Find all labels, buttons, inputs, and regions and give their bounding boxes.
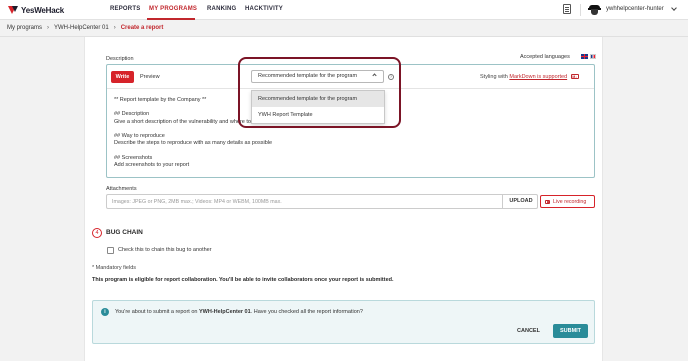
breadcrumb-my-programs[interactable]: My programs [7, 25, 42, 31]
breadcrumb: My programs › YWH-HelpCenter 01 › Create… [7, 25, 163, 31]
nav-reports[interactable]: REPORTS [110, 6, 140, 12]
upload-button[interactable]: UPLOAD [502, 195, 539, 208]
help-icon[interactable]: ? [388, 74, 394, 80]
info-icon: i [101, 308, 109, 316]
bug-chain-title: BUG CHAIN [106, 229, 143, 236]
nav-hacktivity[interactable]: HACKTIVITY [245, 6, 283, 12]
logo-icon [8, 5, 18, 15]
nav-divider [580, 4, 581, 16]
description-editor[interactable]: Write Preview Recommended template for t… [106, 64, 595, 178]
template-select[interactable]: Recommended template for the program [251, 70, 384, 83]
markdown-hint: Styling with MarkDown is supported M↓ [480, 74, 579, 80]
collaboration-note: This program is eligible for report coll… [92, 277, 394, 283]
submit-confirmation-text: You're about to submit a report on YWH-H… [115, 309, 363, 315]
chevron-down-icon[interactable] [671, 5, 677, 11]
live-recording-label: Live recording [553, 198, 587, 205]
cancel-button[interactable]: CANCEL [513, 325, 544, 338]
username[interactable]: ywhhelpcenter-hunter [606, 6, 664, 12]
editor-toolbar: Write Preview Recommended template for t… [107, 65, 594, 89]
description-label: Description [106, 56, 134, 62]
france-flag-icon [590, 54, 596, 59]
breadcrumb-current: Create a report [120, 25, 164, 31]
chevron-up-icon [372, 73, 377, 78]
submit-confirmation-box: i You're about to submit a report on YWH… [92, 300, 595, 344]
template-select-value: Recommended template for the program [258, 73, 358, 79]
step-number: 4 [92, 228, 102, 238]
mandatory-note: * Mandatory fields [92, 265, 137, 271]
chain-bug-checkbox[interactable] [107, 247, 114, 254]
template-option-recommended[interactable]: Recommended template for the program [252, 91, 384, 107]
template-dropdown: Recommended template for the program YWH… [251, 90, 385, 124]
top-navbar: YesWeHack REPORTS MY PROGRAMS RANKING HA… [0, 0, 688, 20]
avatar[interactable] [588, 3, 601, 16]
accepted-languages-label: Accepted languages [520, 54, 570, 60]
nav-ranking[interactable]: RANKING [207, 6, 236, 12]
attachments-placeholder: Images: JPEG or PNG, 2MB max.; Videos: M… [112, 199, 282, 205]
write-tab[interactable]: Write [111, 71, 134, 83]
uk-flag-icon [581, 54, 588, 59]
chevron-right-icon: › [47, 25, 50, 31]
yeswehack-logo[interactable]: YesWeHack [8, 4, 64, 16]
preview-tab[interactable]: Preview [140, 74, 160, 80]
styling-prefix: Styling with [480, 74, 508, 80]
chevron-right-icon: › [113, 25, 116, 31]
chain-bug-label[interactable]: Check this to chain this bug to another [118, 247, 212, 253]
attachments-label: Attachments [106, 186, 137, 192]
accepted-languages-flags [581, 54, 596, 59]
document-icon[interactable] [563, 4, 571, 14]
markdown-link[interactable]: MarkDown is supported [509, 74, 567, 80]
program-name: YWH-HelpCenter 01 [199, 309, 251, 315]
template-option-ywh[interactable]: YWH Report Template [252, 107, 384, 123]
attachments-input[interactable]: Images: JPEG or PNG, 2MB max.; Videos: M… [106, 194, 538, 209]
camera-icon [545, 199, 550, 204]
nav-my-programs[interactable]: MY PROGRAMS [149, 6, 197, 12]
logo-text: YesWeHack [21, 5, 64, 15]
breadcrumb-program[interactable]: YWH-HelpCenter 01 [54, 25, 109, 31]
submit-button[interactable]: SUBMIT [553, 324, 588, 338]
live-recording-button[interactable]: Live recording [540, 195, 595, 208]
markdown-icon: M↓ [570, 74, 579, 80]
